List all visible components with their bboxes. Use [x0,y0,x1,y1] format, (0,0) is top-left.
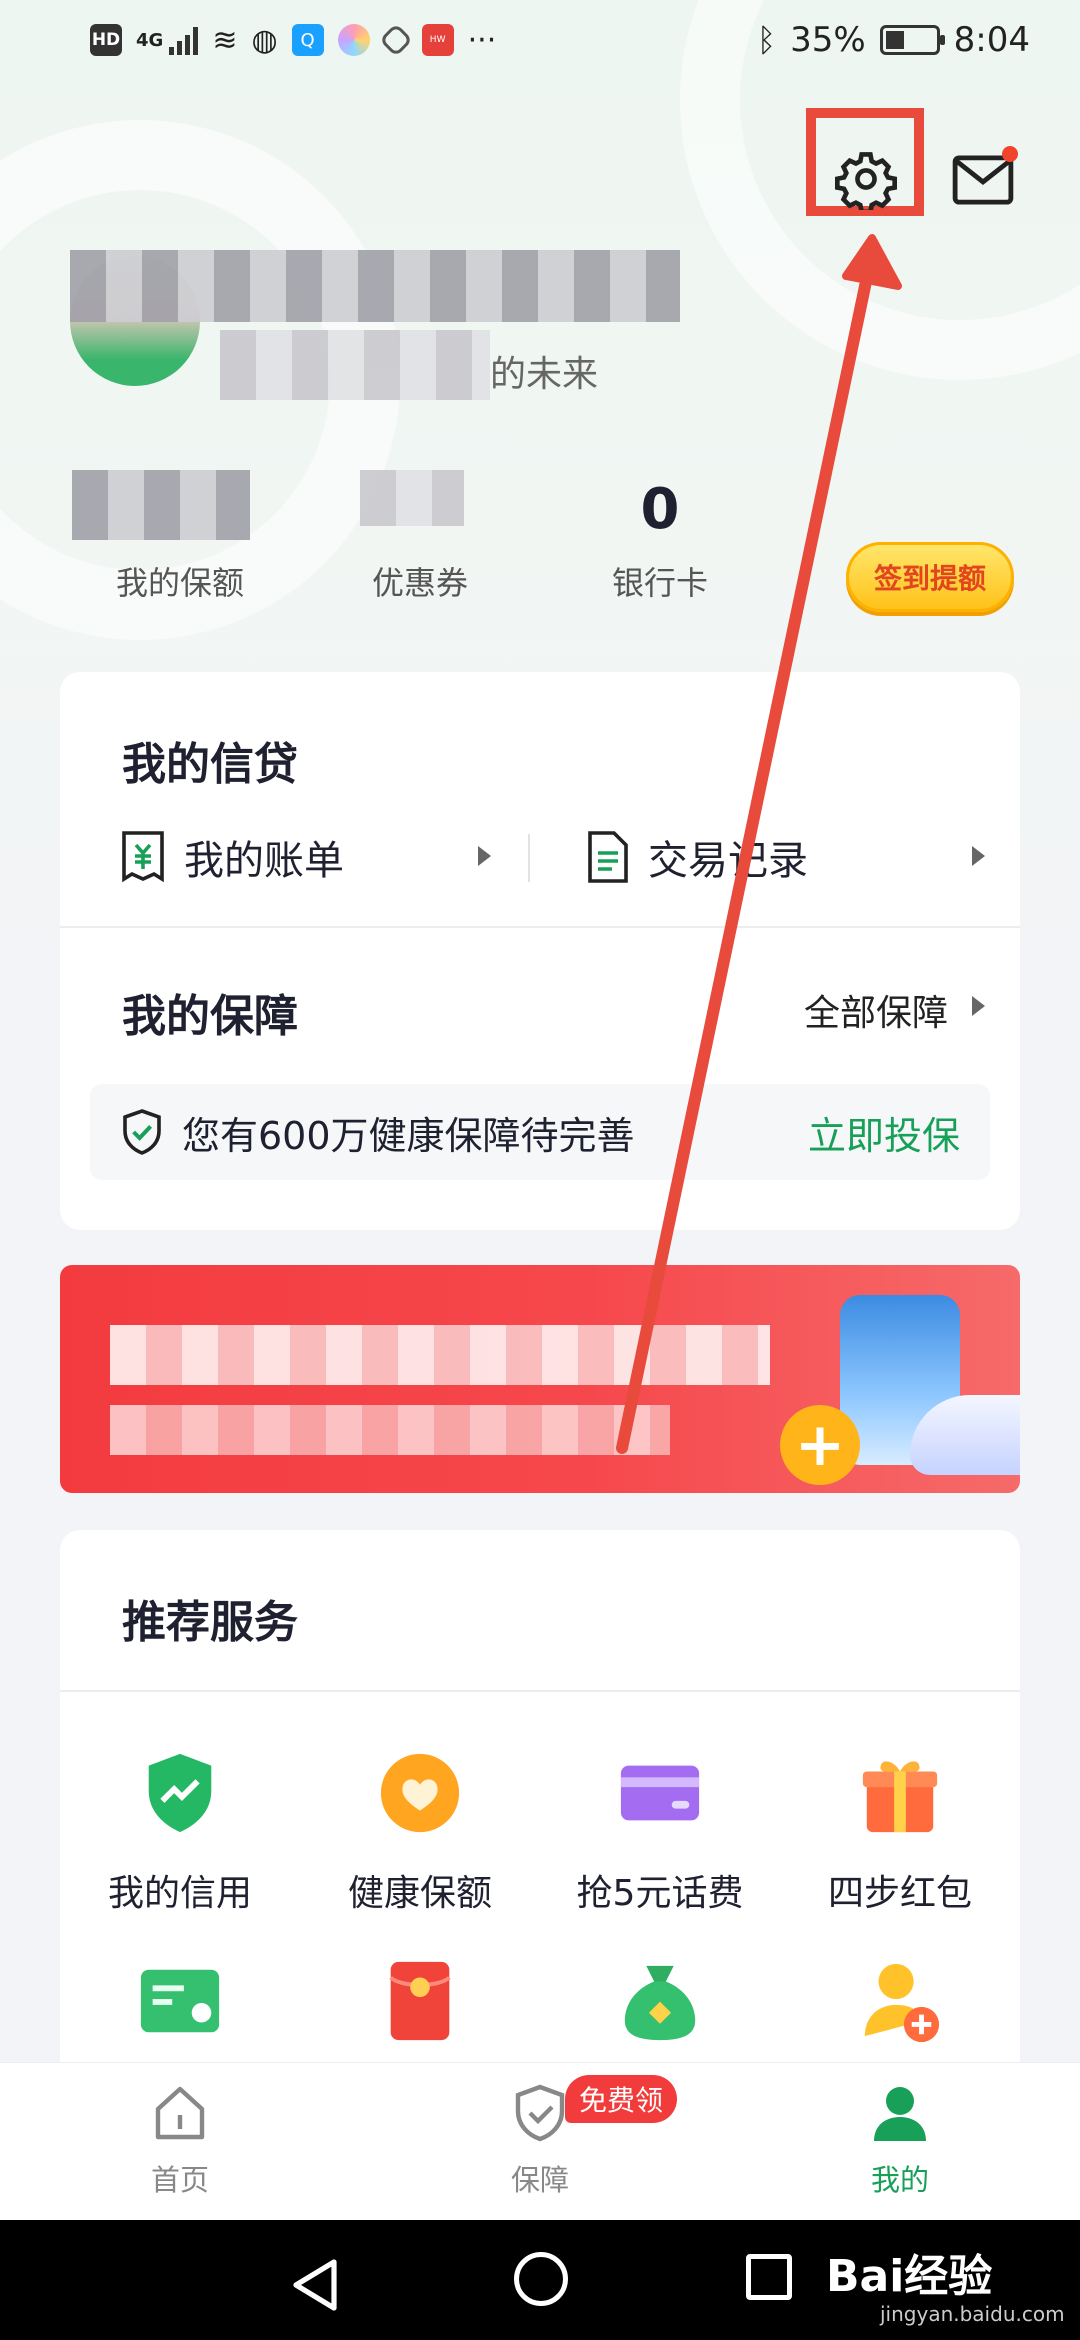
shield-check-icon [123,1109,161,1155]
heart-coin-icon [380,1753,460,1833]
transaction-records-link[interactable]: 交易记录 [586,828,808,886]
hd-icon: HD [90,24,122,56]
divider [60,926,1020,928]
green-card-icon [140,1969,220,2033]
service-label: 抢5元话费 [576,1873,744,1914]
tab-label: 保障 [510,2163,569,2197]
service-item[interactable] [60,1958,300,2044]
money-bag-icon [624,1965,696,2041]
document-icon [588,831,628,883]
tab-protection[interactable]: 保障 免费领 [360,2063,720,2220]
profile-slogan: 的未来 [490,354,599,395]
gear-icon[interactable] [835,148,897,210]
credit-protection-card: 我的信贷 我的账单 交易记录 我的保障 全部保障 您有600万健康保障待完善 立… [60,672,1020,1230]
service-label: 我的信用 [107,1873,252,1914]
chevron-right-icon [478,846,491,866]
service-item[interactable] [540,1958,780,2044]
notice-text: 您有600万健康保障待完善 [182,1113,635,1158]
banner-text-blurred [110,1325,770,1385]
coupon-value-blurred [360,470,464,526]
tab-mine[interactable]: 我的 [720,2063,1080,2220]
home-icon [155,2086,205,2140]
credit-shield-icon [148,1753,212,1833]
watermark-url: jingyan.baidu.com [880,2302,1065,2326]
bottom-tab-bar: 首页 保障 免费领 我的 [0,2062,1080,2220]
watermark: Bai经验 [826,2251,993,2302]
divider [60,1690,1020,1692]
service-item[interactable] [780,1958,1020,2044]
search-app-icon: Q [291,24,324,56]
bluetooth-icon: ᛒ [756,21,777,59]
stat-label: 我的保额 [115,564,244,602]
globe-icon: ◍ [251,22,278,58]
mail-icon[interactable] [952,155,1014,205]
my-bill-link[interactable]: 我的账单 [120,828,344,886]
username-blurred [70,250,680,322]
red-envelope-icon [389,1961,451,2041]
huawei-icon: HW [421,24,454,56]
signal-icon [169,25,199,55]
protection-title: 我的保障 [122,991,298,1042]
hexagon-icon [378,23,413,57]
stat-value: 0 [640,477,680,542]
divider [528,834,530,882]
battery-icon [879,25,945,55]
purple-card-icon [620,1765,700,1821]
services-title: 推荐服务 [122,1597,298,1648]
service-item[interactable]: 健康保额 [300,1750,540,1916]
status-bar: HD 4G ≋ ◍ Q HW ··· ᛒ 35% 8:04 [0,0,1080,80]
recent-apps-icon[interactable] [746,2254,792,2300]
stat-label: 银行卡 [611,564,708,602]
stat-bank-cards[interactable]: 0 银行卡 [540,470,780,604]
tab-home[interactable]: 首页 [0,2063,360,2220]
service-item[interactable] [300,1958,540,2044]
service-item[interactable]: 四步红包 [780,1750,1020,1916]
slogan-blurred [220,330,490,400]
services-grid: 我的信用 健康保额 抢5元话费 四步红包 [60,1750,1020,2044]
system-navigation-bar: Bai经验 jingyan.baidu.com [0,2220,1080,2340]
insure-now-button[interactable]: 立即投保 [808,1105,960,1160]
add-user-icon [864,1963,940,2043]
gallery-icon [337,24,370,56]
bill-icon [122,831,164,883]
medical-shield-graphic: + [780,1405,860,1485]
checkin-button[interactable]: 签到提额 [846,542,1014,612]
banner-text-blurred [110,1405,670,1455]
tab-label: 我的 [870,2163,929,2197]
chevron-right-icon [972,996,985,1016]
tab-label: 首页 [150,2163,209,2197]
coverage-value-blurred [72,470,250,540]
stat-label: 优惠券 [371,564,468,602]
credit-title: 我的信贷 [122,739,298,790]
network-type: 4G [136,29,164,51]
free-badge: 免费领 [565,2075,678,2123]
transaction-records-label: 交易记录 [648,838,808,884]
chevron-right-icon [972,846,985,866]
unread-dot [1002,146,1018,162]
service-label: 四步红包 [827,1873,972,1914]
service-item[interactable]: 抢5元话费 [540,1750,780,1916]
battery-percent: 35% [790,20,866,60]
shield-check-icon [515,2084,565,2142]
clock: 8:04 [953,20,1030,60]
service-item[interactable]: 我的信用 [60,1750,300,1916]
promo-banner[interactable]: + [60,1265,1020,1493]
gift-box-icon [862,1761,938,1833]
person-icon [874,2087,926,2141]
services-card: 推荐服务 我的信用 健康保额 抢5元话费 四步红包 [60,1530,1020,2130]
wifi-icon: ≋ [212,22,238,58]
protection-notice[interactable]: 您有600万健康保障待完善 立即投保 [90,1084,990,1180]
more-notifications-icon: ··· [467,22,497,58]
service-label: 健康保额 [347,1873,492,1914]
all-protection-link[interactable]: 全部保障 [804,984,948,1036]
home-nav-icon[interactable] [514,2252,568,2306]
my-bill-label: 我的账单 [184,838,344,884]
back-icon[interactable] [290,2258,342,2312]
